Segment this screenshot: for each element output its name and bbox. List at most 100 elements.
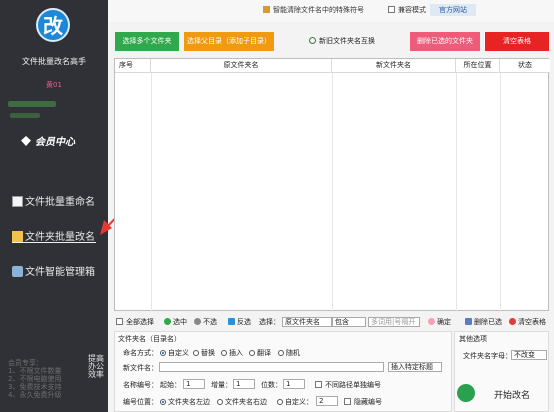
member-benefit-line: 1、不限文件数量 [8, 367, 62, 375]
choose-field-select[interactable]: 原文件夹名 [282, 317, 332, 327]
selection-toolbar: 全部选择 选中 不选 反选 选择： 原文件夹名 包含 多词用|号隔开 确定 删除已… [114, 316, 549, 329]
swap-icon [309, 37, 316, 44]
member-benefits: 会员专享： 1、不限文件数量 2、不限电脑使用 3、免费技术支持 4、永久免费升… [8, 359, 78, 399]
confirm-filter-button[interactable]: 确定 [428, 317, 451, 327]
column-header-index[interactable]: 序号 [115, 59, 151, 73]
app-title: 文件批量改名高手 [22, 57, 86, 66]
member-center-label: 会员中心 [35, 137, 75, 148]
radio-icon [249, 350, 255, 356]
case-select[interactable]: 不改变 [511, 350, 547, 360]
mode-custom-label: 自定义 [168, 349, 189, 357]
invert-label: 反选 [237, 318, 251, 326]
column-header-location[interactable]: 所在位置 [456, 59, 500, 73]
clear-table-small-button[interactable]: 清空表格 [509, 317, 546, 327]
blurred-info [8, 101, 56, 107]
checkbox-icon [388, 6, 395, 13]
filter-input[interactable]: 多词用|号隔开 [366, 317, 420, 327]
confirm-icon [428, 318, 435, 325]
sidebar-item-file-manager[interactable]: 文件智能管理箱 [12, 263, 108, 283]
diff-path-checkbox[interactable]: 不同路径单独编号 [315, 380, 381, 390]
mode-translate-label: 翻译 [257, 349, 271, 357]
member-center-link[interactable]: 会员中心 [21, 133, 75, 148]
mode-replace-label: 替换 [201, 349, 215, 357]
sidebar: 改 文件批量改名高手 黄01 会员中心 文件批量重命名 文件夹批量改名 文件智能… [0, 0, 108, 412]
compat-mode-checkbox[interactable]: 兼容模式 [388, 5, 426, 15]
step-label: 增量： [211, 381, 232, 389]
mode-random-radio[interactable]: 随机 [278, 348, 300, 358]
checkbox-icon [315, 381, 322, 388]
mode-random-label: 随机 [286, 349, 300, 357]
invert-selection-button[interactable]: 反选 [228, 317, 251, 327]
mode-label: 命名方式： [123, 349, 158, 357]
clear-table-label: 清空表格 [518, 318, 546, 326]
select-parent-dir-button[interactable]: 选择父目录（添加子目录） [184, 32, 274, 51]
select-checked-label: 选中 [173, 318, 187, 326]
column-header-old-name[interactable]: 原文件夹名 [151, 59, 332, 73]
select-checked-button[interactable]: 选中 [164, 317, 187, 327]
member-benefit-line: 2、不限电脑使用 [8, 375, 62, 383]
contains-value: 包含 [332, 317, 366, 327]
clear-icon [509, 318, 516, 325]
hide-number-label: 隐藏编号 [354, 398, 382, 406]
checkbox-icon [344, 398, 351, 405]
mode-translate-radio[interactable]: 翻译 [249, 348, 271, 358]
position-left-label: 文件夹名左边 [168, 398, 210, 406]
position-right-label: 文件夹名右边 [225, 398, 267, 406]
table-body [115, 73, 550, 312]
official-site-link[interactable]: 官方网站 [430, 4, 476, 16]
select-multiple-folders-button[interactable]: 选择多个文件夹 [115, 32, 179, 51]
position-right-radio[interactable]: 文件夹名右边 [217, 397, 267, 407]
delete-selected-folders-button[interactable]: 删除已选的文件夹 [410, 32, 480, 51]
special-chars-option[interactable]: 智能清除文件名中的特殊符号 [263, 5, 364, 15]
step-input[interactable]: 1 [233, 379, 255, 389]
vertical-slogan: 提高办公效率 [88, 354, 104, 379]
clear-table-button[interactable]: 清空表格 [485, 32, 549, 51]
deselect-label: 不选 [203, 318, 217, 326]
custom-position-label: 自定义： [285, 398, 313, 406]
insert-title-select[interactable]: 插入特定标题 [388, 362, 442, 372]
digits-input[interactable]: 1 [283, 379, 305, 389]
toolbox-icon [12, 266, 23, 277]
swap-names-button[interactable]: 新旧文件夹名互换 [305, 32, 379, 51]
top-bar: 智能清除文件名中的特殊符号 兼容模式 官方网站 [108, 0, 554, 22]
hide-number-checkbox[interactable]: 隐藏编号 [344, 397, 382, 407]
radio-icon [221, 350, 227, 356]
mode-replace-radio[interactable]: 替换 [193, 348, 215, 358]
filter-input-placeholder: 多词用|号隔开 [368, 317, 420, 327]
choose-label: 选择： [259, 318, 280, 326]
column-header-new-name[interactable]: 新文件夹名 [332, 59, 456, 73]
invert-icon [228, 318, 235, 325]
delete-selected-label: 删除已选 [474, 318, 502, 326]
radio-icon [160, 399, 166, 405]
start-input[interactable]: 1 [183, 379, 205, 389]
app-logo: 改 [36, 8, 70, 42]
column-header-status[interactable]: 状态 [500, 59, 550, 73]
start-rename-button[interactable]: 开始改名 [454, 381, 549, 407]
numbering-label: 名称编号： [123, 381, 158, 389]
custom-position-input[interactable]: 2 [316, 396, 338, 406]
new-name-input[interactable] [159, 362, 384, 372]
contains-select[interactable]: 包含 [330, 317, 366, 327]
mode-insert-radio[interactable]: 插入 [221, 348, 243, 358]
delete-selected-button[interactable]: 删除已选 [465, 317, 502, 327]
version-label: 黄01 [46, 81, 62, 89]
diff-path-label: 不同路径单独编号 [325, 381, 381, 389]
mode-custom-radio[interactable]: 自定义 [160, 348, 189, 358]
sidebar-item-folder-rename[interactable]: 文件夹批量改名 [12, 228, 108, 248]
position-label: 编号位置： [123, 398, 158, 406]
folder-table[interactable]: 序号 原文件夹名 新文件夹名 所在位置 状态 [114, 58, 550, 312]
radio-icon [277, 399, 283, 405]
special-chars-label: 智能清除文件名中的特殊符号 [273, 6, 364, 14]
sidebar-item-label: 文件智能管理箱 [25, 267, 95, 278]
check-circle-icon [457, 384, 475, 402]
compat-mode-label: 兼容模式 [398, 6, 426, 14]
deselect-button[interactable]: 不选 [194, 317, 217, 327]
select-all-checkbox[interactable]: 全部选择 [116, 317, 154, 327]
custom-position-radio[interactable]: 自定义： [277, 397, 313, 407]
member-benefit-line: 3、免费技术支持 [8, 383, 62, 391]
position-left-radio[interactable]: 文件夹名左边 [160, 397, 210, 407]
select-all-label: 全部选择 [126, 318, 154, 326]
filter-choose: 选择： 原文件夹名 [259, 317, 332, 327]
delete-icon [465, 318, 472, 325]
sidebar-item-file-rename[interactable]: 文件批量重命名 [12, 193, 108, 213]
